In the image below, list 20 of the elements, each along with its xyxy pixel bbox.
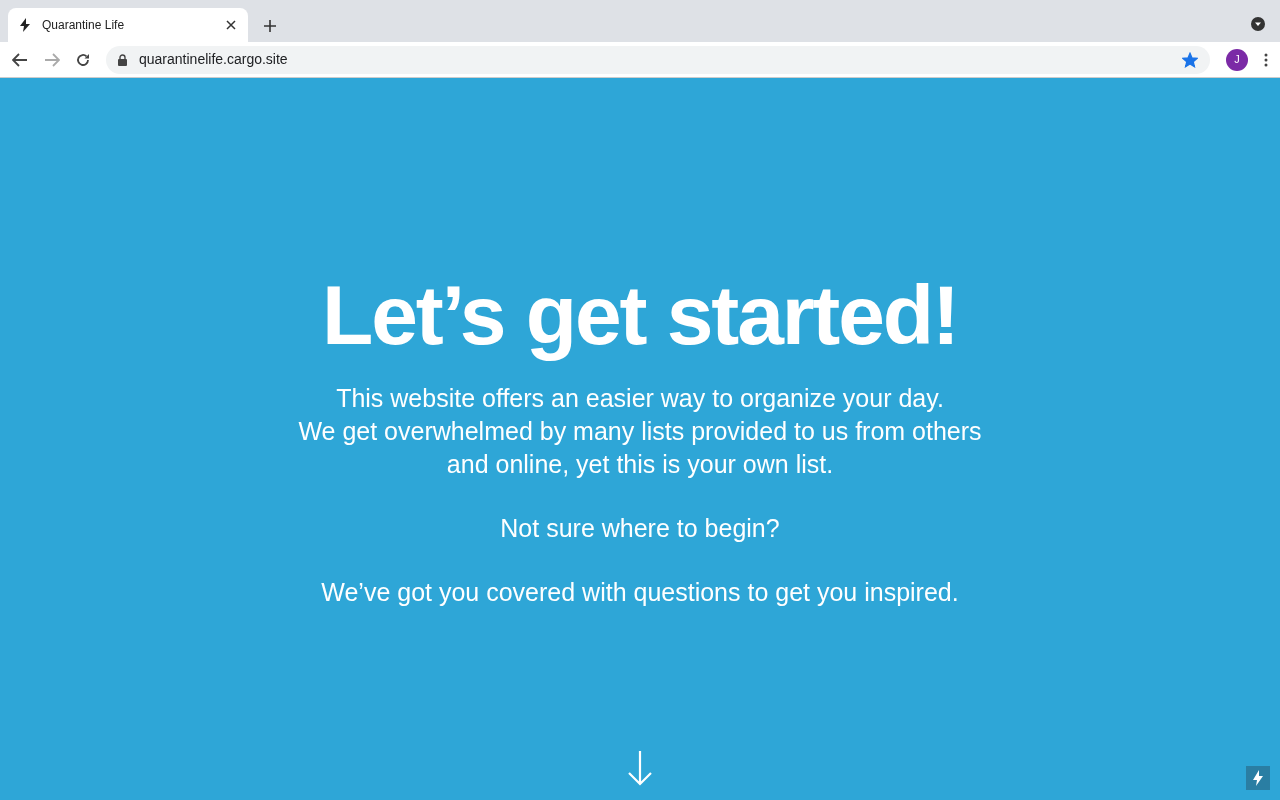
tab-title: Quarantine Life bbox=[42, 17, 126, 34]
intro-paragraph: Not sure where to begin? bbox=[500, 513, 780, 544]
profile-avatar[interactable]: J bbox=[1226, 48, 1248, 71]
browser-tab[interactable]: Quarantine Life bbox=[8, 8, 248, 42]
star-icon[interactable] bbox=[1182, 51, 1198, 68]
intro-paragraph: We’ve got you covered with questions to get you inspired. bbox=[321, 577, 959, 608]
dropdown-icon[interactable] bbox=[1250, 16, 1266, 32]
new-tab-icon[interactable] bbox=[264, 20, 276, 32]
address-bar[interactable]: quarantinelife.cargo.site bbox=[106, 45, 1210, 74]
down-arrow-icon[interactable] bbox=[627, 750, 653, 786]
menu-icon[interactable] bbox=[1264, 52, 1268, 67]
back-icon[interactable] bbox=[12, 52, 28, 67]
bolt-icon[interactable] bbox=[1246, 766, 1270, 790]
page-heading: Let’s get started! bbox=[322, 270, 958, 360]
lock-icon bbox=[118, 53, 127, 66]
url-text: quarantinelife.cargo.site bbox=[139, 50, 289, 69]
close-icon[interactable] bbox=[226, 20, 236, 30]
intro-paragraph: This website offers an easier way to organize your day. We get overwhelmed by many lists provided to us from others and online, yet this is your own list. bbox=[298, 383, 982, 480]
reload-icon[interactable] bbox=[76, 52, 90, 67]
bolt-icon bbox=[20, 18, 30, 32]
